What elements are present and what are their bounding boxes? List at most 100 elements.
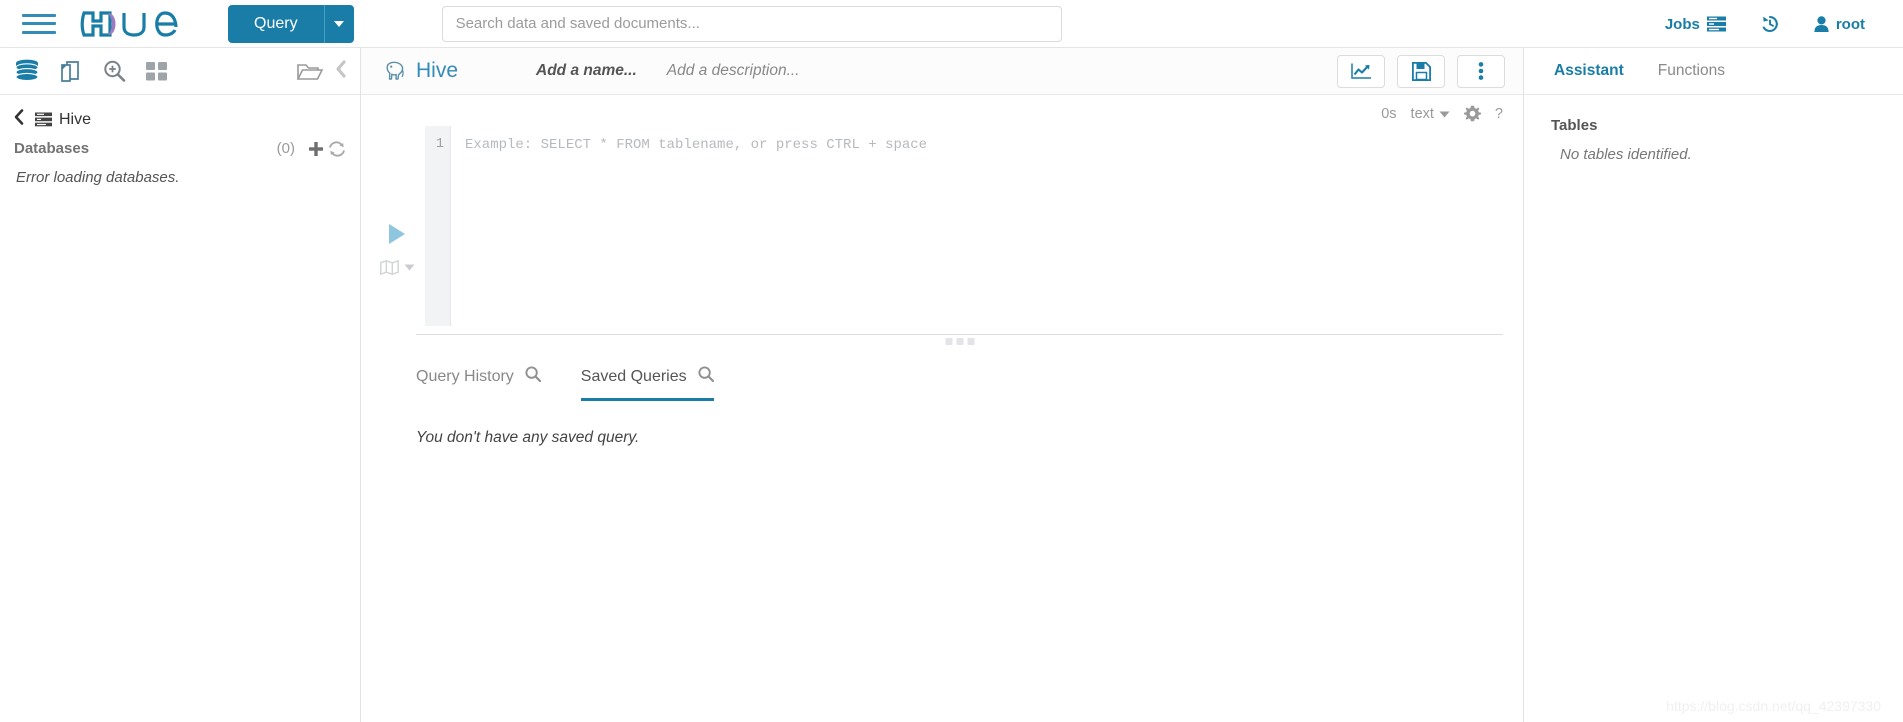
jobs-list-icon <box>1706 16 1726 32</box>
source-label-wrapper: Hive <box>35 111 91 129</box>
source-back-button[interactable] <box>12 108 26 131</box>
chevron-left-icon <box>14 109 24 125</box>
editor-header-bar: Hive Add a name... Add a description... <box>361 48 1523 95</box>
jobs-nav-item[interactable]: Jobs <box>1649 16 1742 33</box>
line-number: 1 <box>435 137 444 152</box>
query-name-input[interactable]: Add a name... <box>536 62 637 80</box>
documents-icon <box>61 61 79 82</box>
left-panel-icon-bar <box>0 48 360 95</box>
source-breadcrumb[interactable]: Hive <box>0 95 360 133</box>
top-nav-right-cluster: Jobs root <box>1649 0 1881 48</box>
editor-app-name: Hive <box>416 59 459 82</box>
global-search-input[interactable] <box>441 5 1062 42</box>
editor-help-button[interactable]: ? <box>1495 106 1503 122</box>
databases-header-row: Databases (0) <box>0 133 360 157</box>
page-watermark: https://blog.csdn.net/qq_42397330 <box>1666 698 1881 714</box>
explain-query-button[interactable] <box>379 258 415 276</box>
map-book-icon <box>379 259 399 275</box>
plus-icon <box>309 141 323 156</box>
user-name-label: root <box>1835 15 1865 33</box>
sidebar-item-apps-grid[interactable] <box>145 59 169 83</box>
refresh-databases-button[interactable] <box>328 140 346 157</box>
hive-source-icon <box>35 112 52 127</box>
search-zoom-icon <box>104 60 126 82</box>
gear-icon <box>1463 105 1481 122</box>
assistant-tables-title: Tables <box>1551 117 1598 134</box>
editor-results-splitter <box>416 334 1503 352</box>
assistant-tabs: Assistant Functions <box>1524 48 1903 95</box>
results-tabs: Query History Saved Queries <box>361 352 1523 401</box>
chevron-down-icon <box>334 20 345 27</box>
query-button[interactable]: Query <box>228 4 324 43</box>
hive-elephant-icon <box>386 61 404 80</box>
query-button-group: Query <box>228 4 354 43</box>
history-clock-icon <box>1762 15 1778 32</box>
databases-title: Databases <box>14 140 90 157</box>
query-description-input[interactable]: Add a description... <box>667 62 800 80</box>
code-editor-area: 1 Example: SELECT * FROM tablename, or p… <box>361 126 1523 326</box>
search-icon[interactable] <box>698 366 714 387</box>
query-editor-panel: Hive Add a name... Add a description... <box>361 48 1523 722</box>
hamburger-menu-icon[interactable] <box>22 11 56 37</box>
grid-apps-icon <box>146 62 167 81</box>
sidebar-item-database[interactable] <box>14 59 40 83</box>
saved-queries-empty-message: You don't have any saved query. <box>416 429 640 446</box>
job-history-nav-item[interactable] <box>1742 14 1798 34</box>
hue-logo-icon <box>80 10 178 37</box>
global-search-wrapper <box>441 5 1062 42</box>
collapse-left-panel-button[interactable] <box>330 59 352 84</box>
query-dropdown-toggle[interactable] <box>323 4 354 43</box>
source-name-label: Hive <box>59 110 92 128</box>
more-options-button[interactable] <box>1457 54 1505 88</box>
refresh-icon <box>329 140 345 157</box>
tab-saved-queries-label: Saved Queries <box>580 367 687 385</box>
chevron-down-icon <box>404 258 415 276</box>
result-format-selector[interactable]: text <box>1411 106 1450 122</box>
main-body: Hive Databases (0) Error loading databas… <box>0 48 1903 722</box>
hue-application-window: Query Jobs <box>0 0 1903 722</box>
line-chart-icon <box>1351 63 1371 79</box>
editor-line-gutter: 1 <box>425 126 451 326</box>
browse-files-button[interactable] <box>296 60 324 84</box>
user-icon <box>1814 16 1829 32</box>
sidebar-item-documents[interactable] <box>58 59 84 83</box>
tab-functions[interactable]: Functions <box>1658 62 1725 80</box>
add-database-button[interactable] <box>308 141 324 157</box>
chevron-down-icon <box>1439 106 1450 122</box>
jobs-label: Jobs <box>1664 15 1700 33</box>
tab-saved-queries[interactable]: Saved Queries <box>580 366 714 401</box>
editor-settings-button[interactable] <box>1463 105 1481 122</box>
question-mark-icon: ? <box>1494 105 1503 122</box>
tab-assistant[interactable]: Assistant <box>1554 62 1624 80</box>
left-assist-panel: Hive Databases (0) Error loading databas… <box>0 48 361 722</box>
chart-results-button[interactable] <box>1337 54 1385 88</box>
folder-open-icon <box>296 63 324 80</box>
chevron-left-icon <box>336 60 346 78</box>
floppy-save-icon <box>1411 61 1431 81</box>
editor-meta-row: 0s text ? <box>361 95 1523 126</box>
database-icon <box>15 59 39 82</box>
databases-count: (0) <box>276 140 295 157</box>
query-elapsed-time: 0s <box>1381 105 1397 122</box>
user-menu-item[interactable]: root <box>1798 16 1881 33</box>
left-panel-right-cluster <box>282 48 352 95</box>
ace-editor[interactable]: 1 Example: SELECT * FROM tablename, or p… <box>425 126 1523 326</box>
execute-controls-column <box>369 126 425 326</box>
hue-logo[interactable] <box>80 9 190 39</box>
tab-query-history-label: Query History <box>416 367 514 385</box>
result-format-label: text <box>1410 105 1434 122</box>
save-query-button[interactable] <box>1397 54 1445 88</box>
tab-query-history[interactable]: Query History <box>416 366 541 401</box>
sidebar-item-search[interactable] <box>102 59 127 83</box>
run-query-button[interactable] <box>389 224 405 244</box>
assistant-tables-empty-message: No tables identified. <box>1560 146 1692 163</box>
right-assistant-panel: Assistant Functions Tables No tables ide… <box>1523 48 1903 722</box>
resize-dots-handle[interactable] <box>945 338 974 345</box>
editor-app-title[interactable]: Hive <box>383 59 458 83</box>
editor-header-buttons <box>1337 54 1505 88</box>
databases-error-message: Error loading databases. <box>16 169 180 186</box>
search-icon[interactable] <box>525 366 541 387</box>
vertical-dots-icon <box>1478 62 1484 80</box>
editor-code-input[interactable]: Example: SELECT * FROM tablename, or pre… <box>451 126 1523 326</box>
top-navigation-bar: Query Jobs <box>0 0 1903 48</box>
